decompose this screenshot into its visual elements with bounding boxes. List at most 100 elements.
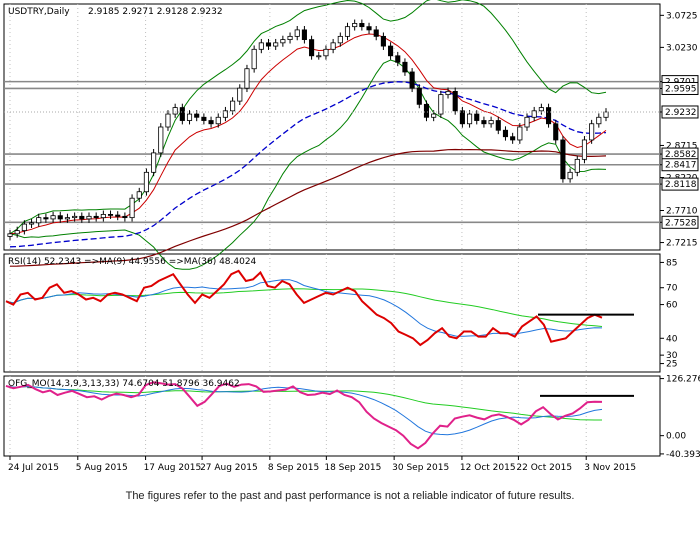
- candle: [438, 90, 444, 118]
- candle: [560, 136, 566, 183]
- candle-body: [28, 222, 35, 225]
- candle-body: [179, 107, 185, 121]
- rsi-y-tick-1: 70: [666, 284, 678, 294]
- ohlc-label: 2.9185 2.9271 2.9128 2.9232: [88, 7, 223, 17]
- pane-frame-1: [3, 253, 661, 373]
- candle-body: [309, 39, 315, 57]
- candle-body: [502, 129, 509, 138]
- candle-body: [100, 213, 106, 219]
- candle-body: [366, 26, 372, 31]
- candle-body: [337, 35, 343, 44]
- candle: [589, 119, 595, 144]
- x-tick-label-3: 27 Aug 2015: [200, 463, 258, 473]
- candle-body: [165, 113, 171, 128]
- candle-body: [467, 113, 473, 125]
- candle: [546, 103, 552, 128]
- candle-body: [459, 110, 465, 125]
- candle-body: [603, 111, 609, 118]
- candle-body: [352, 23, 358, 28]
- candle-body: [423, 103, 430, 118]
- candle-body: [7, 233, 13, 237]
- x-tick-label-8: 22 Oct 2015: [516, 463, 572, 473]
- candle-body: [488, 120, 494, 125]
- candle-body: [510, 136, 516, 141]
- candle-body: [431, 113, 437, 118]
- candle-body: [330, 42, 336, 50]
- candle-body: [538, 107, 544, 112]
- candle-body: [64, 217, 70, 220]
- x-tick-label-0: 24 Jul 2015: [8, 463, 59, 473]
- level-label-5: 2.7528: [665, 218, 697, 228]
- candle-body: [107, 213, 114, 216]
- candle-body: [402, 61, 408, 73]
- candle: [244, 64, 250, 93]
- candle-body: [287, 35, 293, 41]
- candle-body: [14, 230, 20, 235]
- candle-body: [201, 116, 207, 121]
- x-tick-label-9: 3 Nov 2015: [584, 463, 636, 473]
- candle: [409, 68, 415, 93]
- rsi-y-tick-2: 60: [666, 301, 678, 311]
- candle-body: [553, 123, 559, 141]
- candle: [553, 119, 559, 144]
- candle-body: [115, 214, 121, 217]
- candle-body: [251, 48, 257, 70]
- candle-body: [359, 23, 365, 28]
- candle-body: [409, 71, 415, 89]
- candle-body: [122, 215, 128, 219]
- disclaimer-text: The figures refer to the past and past p…: [125, 490, 575, 502]
- osc-y-tick-0: 126.2762: [666, 375, 700, 385]
- candle-body: [495, 120, 501, 131]
- chart-title: USDTRY,Daily: [8, 7, 70, 17]
- candle: [158, 123, 164, 157]
- y-tick-label-10: 2.7710: [666, 207, 698, 217]
- chart-canvas: 24 Jul 2015 5 Aug 2015 17 Aug 201527 Aug 2…: [3, 0, 700, 473]
- candle-body: [344, 26, 351, 37]
- candle-body: [380, 35, 386, 47]
- candle-body: [596, 116, 602, 125]
- level-label-1: 2.9595: [665, 84, 697, 94]
- candle: [309, 35, 315, 60]
- candle-body: [186, 113, 193, 121]
- candle-body: [474, 113, 480, 121]
- candle-body: [574, 158, 580, 173]
- candle-body: [589, 123, 595, 141]
- candle-body: [373, 29, 379, 37]
- osc-y-tick-2: -40.3933: [666, 450, 700, 460]
- candle-body: [280, 39, 286, 44]
- candle: [151, 149, 157, 177]
- level-label-3: 2.8417: [665, 161, 697, 171]
- x-tick-label-4: 8 Sep 2015: [268, 463, 319, 473]
- candle-body: [481, 120, 487, 125]
- level-label-4: 2.8118: [665, 180, 697, 190]
- rsi-y-tick-3: 40: [666, 334, 678, 344]
- last-price-label: 2.9232: [665, 108, 697, 118]
- osc-header: OFG_MO(14,3,9,3,13,33) 74.6704 51.8796 3…: [8, 379, 240, 389]
- candle-body: [158, 126, 164, 154]
- candle-body: [208, 120, 214, 125]
- candle: [452, 87, 458, 115]
- candle-body: [560, 139, 566, 180]
- candle: [143, 168, 149, 196]
- x-tick-label-5: 18 Sep 2015: [324, 463, 381, 473]
- candle-body: [524, 116, 530, 128]
- candle-body: [438, 94, 444, 115]
- candle-body: [581, 139, 588, 160]
- candle-body: [230, 100, 236, 112]
- y-tick-label-1: 3.0230: [666, 43, 698, 53]
- pane-frame-0: [3, 3, 661, 251]
- candle-body: [258, 42, 264, 50]
- candle: [581, 136, 588, 164]
- osc-y-tick-1: 0.00: [666, 432, 686, 442]
- x-tick-label-1: 5 Aug 2015: [76, 463, 128, 473]
- candle-body: [194, 113, 200, 118]
- candle-body: [21, 223, 27, 231]
- candle-body: [416, 87, 422, 105]
- y-tick-label-12: 2.7215: [666, 239, 698, 249]
- candle-body: [316, 55, 322, 58]
- candle-body: [86, 215, 92, 220]
- candle-body: [445, 90, 451, 96]
- candle-body: [301, 29, 307, 41]
- candle-body: [151, 152, 157, 173]
- candle-body: [273, 42, 279, 47]
